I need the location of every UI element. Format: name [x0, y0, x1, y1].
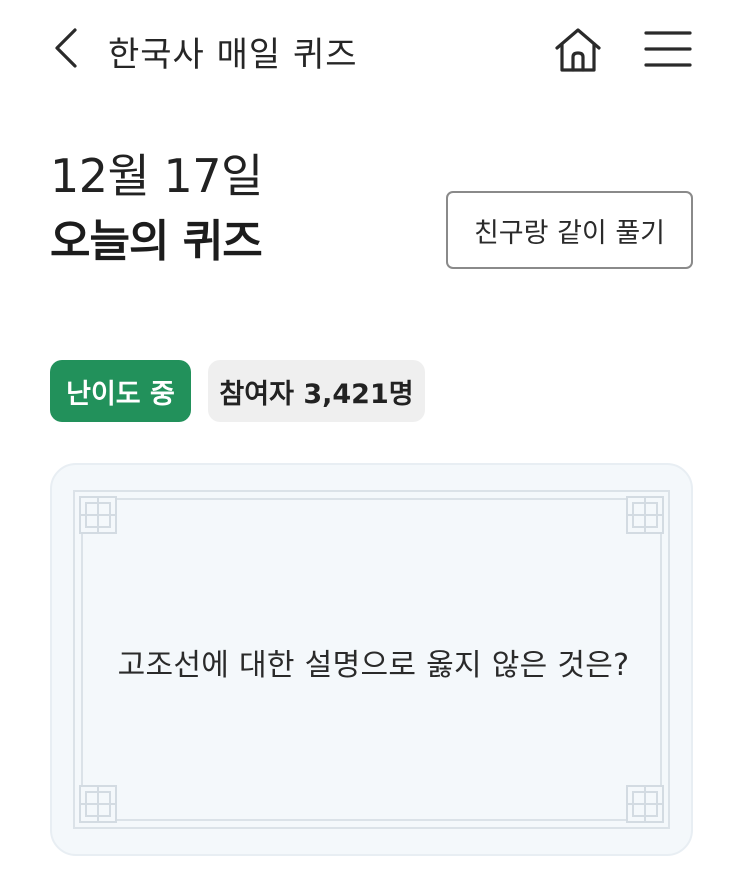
participants-badge: 참여자 3,421명	[208, 360, 425, 422]
quiz-date: 12월 17일	[50, 149, 263, 203]
app-header: 한국사 매일 퀴즈	[0, 0, 743, 100]
page-title: 한국사 매일 퀴즈	[108, 35, 358, 75]
home-icon	[555, 28, 601, 72]
difficulty-badge: 난이도 중	[50, 360, 191, 422]
quiz-heading: 오늘의 퀴즈	[50, 216, 263, 267]
question-text: 고조선에 대한 설명으로 옳지 않은 것은?	[117, 647, 630, 683]
menu-button[interactable]	[642, 26, 694, 72]
home-button[interactable]	[552, 24, 604, 76]
back-button[interactable]	[44, 26, 88, 70]
question-card: 고조선에 대한 설명으로 옳지 않은 것은?	[50, 463, 693, 856]
chevron-left-icon	[55, 28, 77, 68]
hamburger-menu-icon	[644, 31, 692, 67]
play-with-friend-button[interactable]: 친구랑 같이 풀기	[446, 191, 693, 269]
